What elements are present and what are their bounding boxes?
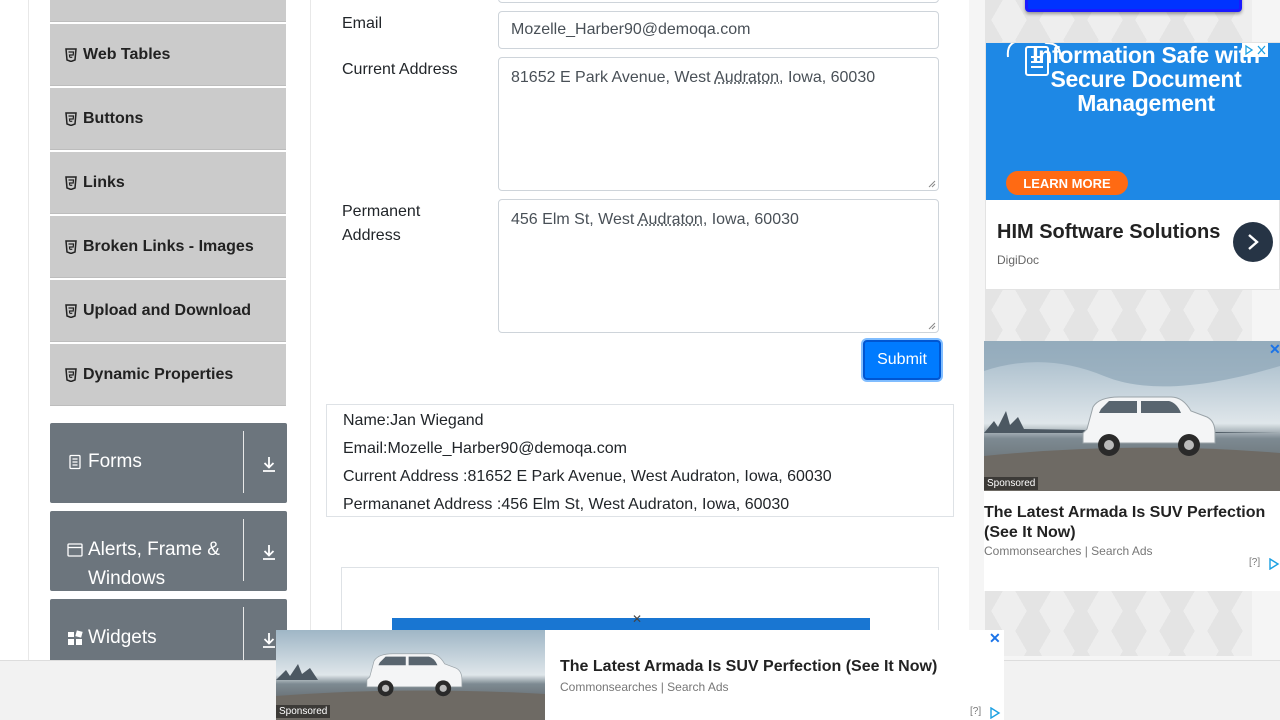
learn-more-button[interactable]: LEARN MORE [1006,171,1128,195]
sidebar-item-label: Web Tables [83,46,170,64]
sidebar-item-upload-download[interactable]: Upload and Download [50,280,286,342]
download-icon[interactable] [261,455,277,473]
html5-icon [65,240,77,254]
sidebar-item-label: Dynamic Properties [83,366,233,384]
permanent-address-label-line2: Address [342,224,401,248]
ad-background-pattern [985,290,1252,341]
email-label: Email [342,12,382,36]
adchoices-icon[interactable] [1268,558,1280,570]
output-current-address: Current Address :81652 E Park Avenue, We… [343,463,937,491]
email-field[interactable]: Mozelle_Harber90@demoqa.com [498,11,939,49]
output-email: Email:Mozelle_Harber90@demoqa.com [343,435,937,463]
ad-background-pattern [985,591,1252,656]
divider [243,519,244,581]
ad-help-link[interactable]: [?] [970,706,981,717]
sidebar-item-label: Links [83,174,125,192]
ad-banner[interactable]: Information Safe with Secure Document Ma… [986,43,1280,200]
ad-armada-right[interactable]: Sponsored ✕ The Latest Armada Is SUV Per… [984,341,1280,591]
permanent-address-text: 456 Elm St, West Audraton, Iowa, 60030 [511,211,799,228]
output-permanent-address: Permananet Address :456 Elm St, West Aud… [343,491,937,519]
output-panel: Name:Jan Wiegand Email:Mozelle_Harber90@… [326,404,954,517]
html5-icon [65,112,77,126]
resize-handle-icon[interactable] [928,180,936,188]
ad-him-software[interactable]: Information Safe with Secure Document Ma… [985,42,1280,290]
name-field-partial[interactable] [498,0,939,3]
submit-button[interactable]: Submit [863,340,941,380]
ad-title[interactable]: HIM Software Solutions [997,221,1220,244]
html5-icon [65,368,77,382]
suv-image[interactable]: Sponsored [984,341,1280,491]
ad-close-icon[interactable]: ✕ [989,630,1001,647]
ad-banner-text: Information Safe with Secure Document Ma… [1016,43,1276,115]
group-label: Widgets [88,623,157,652]
current-address-label: Current Address [342,58,458,82]
ad-armada-sticky[interactable]: Sponsored The Latest Armada Is SUV Perfe… [276,630,1004,720]
html5-icon [65,48,77,62]
sidebar-item-label: Broken Links - Images [83,238,254,256]
suv-image[interactable]: Sponsored [276,630,545,720]
sidebar-group-forms[interactable]: Forms [50,423,287,503]
group-label-line1: Alerts, Frame & [88,535,220,564]
output-name: Name:Jan Wiegand [343,407,937,435]
adchoices-icon[interactable] [1242,43,1268,57]
ad-title[interactable]: The Latest Armada Is SUV Perfection (See… [560,658,937,676]
ad-help-link[interactable]: [?] [1249,557,1260,568]
divider [243,431,244,493]
download-icon[interactable] [261,543,277,561]
window-icon [67,542,83,558]
widgets-icon [67,630,83,646]
current-address-text: 81652 E Park Avenue, West Audraton, Iowa… [511,69,875,86]
form-icon [67,454,83,470]
ad-source: Commonsearches | Search Ads [984,544,1153,558]
sidebar-item-buttons[interactable]: Buttons [50,88,286,150]
sidebar-item-links[interactable]: Links [50,152,286,214]
permanent-address-label-line1: Permanent [342,200,420,224]
sidebar-group-alerts-frame-windows[interactable]: Alerts, Frame & Windows [50,511,287,591]
sidebar-item-broken-links[interactable]: Broken Links - Images [50,216,286,278]
group-label: Forms [88,447,142,476]
adchoices-icon[interactable] [989,707,1001,719]
current-address-textarea[interactable]: 81652 E Park Avenue, West Audraton, Iowa… [498,57,939,191]
html5-icon [65,304,77,318]
sidebar-item-web-tables[interactable]: Web Tables [50,24,286,86]
sidebar-item-partial[interactable] [50,0,286,22]
sponsored-label: Sponsored [276,705,330,718]
download-icon[interactable] [261,631,277,649]
sponsored-label: Sponsored [984,477,1038,490]
permanent-address-textarea[interactable]: 456 Elm St, West Audraton, Iowa, 60030 [498,199,939,333]
ad-close-icon[interactable]: ✕ [1269,341,1280,358]
chevron-right-icon [1246,233,1260,251]
resize-handle-icon[interactable] [928,322,936,330]
sidebar-item-label: Upload and Download [83,302,251,320]
ad-advertiser: DigiDoc [997,253,1039,267]
ad-next-arrow-button[interactable] [1233,222,1273,262]
sidebar-item-label: Buttons [83,110,143,128]
email-value: Mozelle_Harber90@demoqa.com [511,21,750,38]
html5-icon [65,176,77,190]
group-label-line2: Windows [88,564,165,593]
ad-top-button[interactable] [1025,0,1242,12]
sidebar-item-dynamic-properties[interactable]: Dynamic Properties [50,344,286,406]
inline-ad-close-icon[interactable]: ✕ [632,612,642,626]
ad-source: Commonsearches | Search Ads [560,680,729,694]
page-left-margin [0,0,28,660]
ad-title[interactable]: The Latest Armada Is SUV Perfection (See… [984,503,1274,543]
